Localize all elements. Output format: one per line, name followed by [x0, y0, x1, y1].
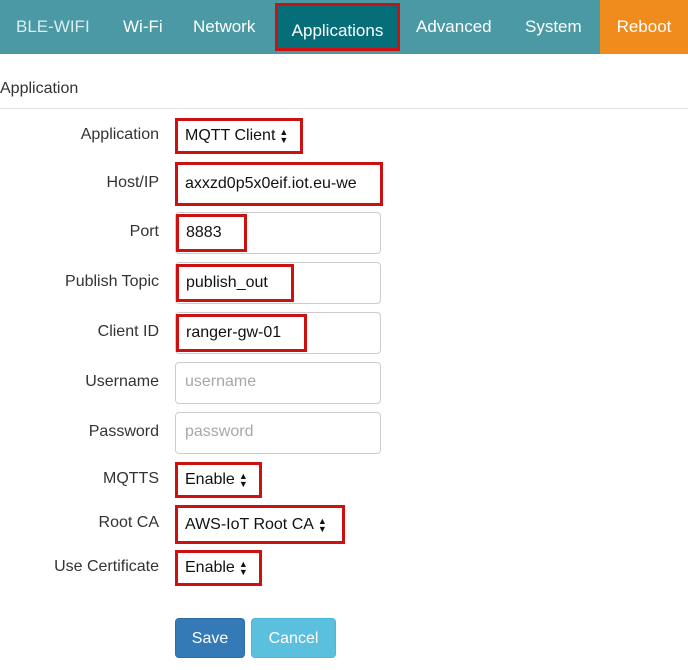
cancel-button[interactable]: Cancel — [251, 618, 336, 658]
use-certificate-label: Use Certificate — [54, 558, 159, 575]
select-arrows-icon: ▲ ▼ — [238, 470, 248, 489]
nav-item-network[interactable]: Network — [193, 0, 255, 54]
mqtts-label: MQTTS — [103, 470, 159, 487]
port-label: Port — [129, 223, 159, 240]
use-certificate-select-value: Enable — [185, 559, 235, 576]
publish-topic-value-highlight: publish_out — [176, 264, 294, 302]
save-button[interactable]: Save — [175, 618, 245, 658]
nav-item-advanced[interactable]: Advanced — [416, 0, 492, 54]
client-id-label: Client ID — [97, 323, 159, 340]
use-certificate-select[interactable]: Enable ▲ ▼ — [175, 550, 262, 586]
mqtts-select[interactable]: Enable ▲ ▼ — [175, 462, 262, 498]
select-arrows-icon: ▲ ▼ — [238, 558, 248, 577]
nav-item-applications[interactable]: Applications — [275, 3, 400, 51]
section-title: Application — [0, 80, 79, 97]
nav-item-wifi[interactable]: Wi-Fi — [123, 0, 163, 54]
password-placeholder: password — [185, 423, 254, 440]
username-placeholder: username — [185, 373, 257, 390]
port-value-highlight: 8883 — [176, 214, 247, 252]
host-label: Host/IP — [106, 174, 159, 191]
nav-item-system[interactable]: System — [525, 0, 582, 54]
root-ca-label: Root CA — [98, 514, 159, 531]
brand-logo[interactable]: BLE-WIFI — [16, 0, 90, 54]
host-input[interactable]: axxzd0p5x0eif.iot.eu-we — [175, 162, 383, 206]
publish-topic-label: Publish Topic — [65, 273, 159, 290]
mqtts-select-value: Enable — [185, 471, 235, 488]
username-label: Username — [85, 373, 159, 390]
nav-item-reboot[interactable]: Reboot — [600, 0, 688, 54]
application-select[interactable]: MQTT Client ▲ ▼ — [175, 118, 303, 154]
select-arrows-icon: ▲ ▼ — [317, 515, 327, 534]
client-id-value-highlight: ranger-gw-01 — [176, 314, 307, 352]
application-label: Application — [80, 126, 159, 143]
select-arrows-icon: ▲ ▼ — [279, 126, 289, 145]
application-select-value: MQTT Client — [185, 127, 276, 144]
root-ca-select[interactable]: AWS-IoT Root CA ▲ ▼ — [175, 505, 345, 544]
password-label: Password — [88, 423, 159, 440]
top-navbar: BLE-WIFI Wi-Fi Network Applications Adva… — [0, 0, 688, 54]
section-divider — [0, 108, 688, 109]
root-ca-select-value: AWS-IoT Root CA — [185, 516, 314, 533]
